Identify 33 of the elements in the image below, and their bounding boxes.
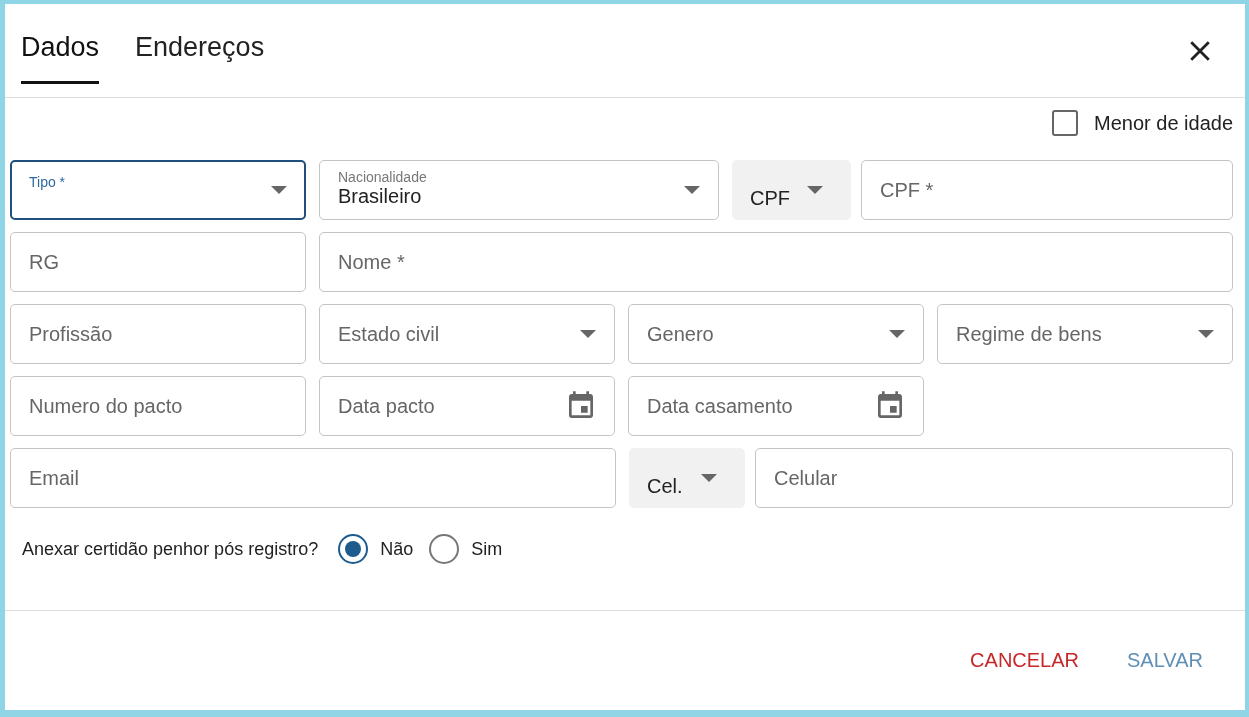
tab[interactable]: Dados [21, 4, 100, 84]
caret-icon [701, 474, 717, 482]
input-field[interactable]: Email [10, 448, 616, 508]
input-field[interactable]: Profissão [10, 304, 306, 364]
input-field[interactable]: Nome * [319, 232, 1233, 292]
select-field[interactable]: Nacionalidade Brasileiro [319, 160, 719, 220]
checkbox[interactable] [1052, 110, 1078, 136]
caret-icon [807, 186, 823, 194]
select-field[interactable]: Estado civil [319, 304, 615, 364]
cancel-button[interactable]: CANCELAR [958, 641, 1092, 680]
caret-icon [889, 330, 905, 338]
select-field[interactable]: Regime de bens [937, 304, 1233, 364]
tab[interactable]: Endereços [135, 4, 265, 84]
select-field[interactable]: Genero [628, 304, 924, 364]
radio-button[interactable] [429, 534, 460, 564]
select-field[interactable]: Tipo * [10, 160, 306, 220]
minor-checkbox[interactable]: Menor de idade [1052, 110, 1233, 136]
input-field[interactable]: Celular [755, 448, 1233, 508]
radio-option[interactable]: Sim [429, 534, 503, 564]
input-field[interactable]: RG [10, 232, 306, 292]
input-field[interactable]: Numero do pacto [10, 376, 306, 436]
input-field[interactable]: CPF * [861, 160, 1233, 220]
date-field[interactable]: Data casamento [628, 376, 924, 436]
radio-option[interactable]: Não [338, 534, 414, 564]
prefix-select[interactable]: CPF [732, 160, 851, 220]
caret-icon [271, 186, 287, 194]
caret-icon [580, 330, 596, 338]
radio-button[interactable] [338, 534, 369, 564]
caret-icon [1198, 330, 1214, 338]
date-field[interactable]: Data pacto [319, 376, 615, 436]
prefix-select[interactable]: Cel. [629, 448, 745, 508]
caret-icon [684, 186, 700, 194]
question-label: Anexar certidão penhor pós registro? [22, 538, 319, 560]
